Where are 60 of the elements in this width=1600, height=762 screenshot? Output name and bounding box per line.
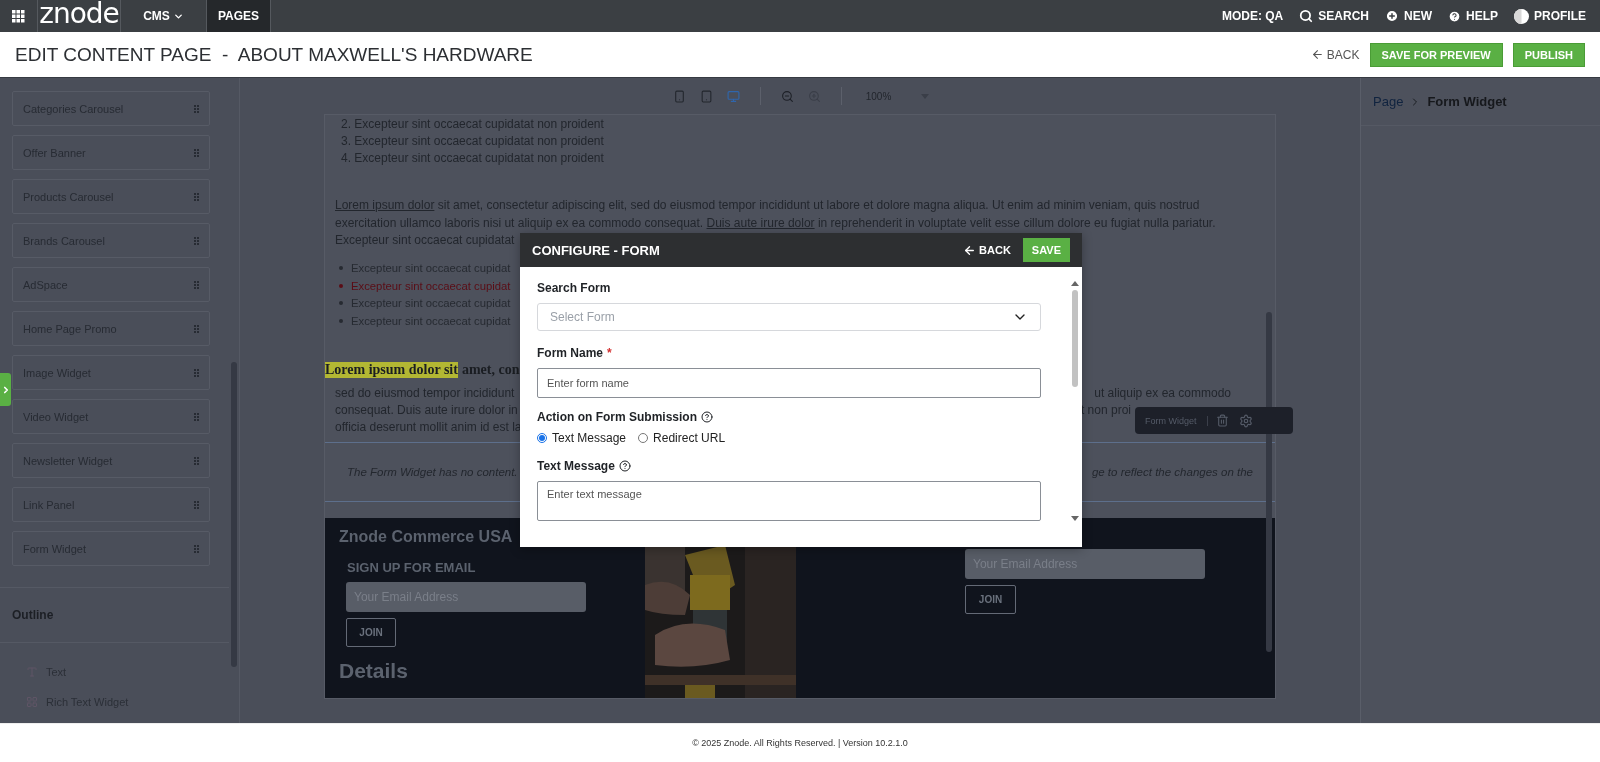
scrollbar-thumb[interactable]	[1266, 312, 1272, 652]
expand-panel-button[interactable]	[0, 373, 11, 406]
apps-grid-icon[interactable]	[12, 9, 25, 23]
drag-handle-icon[interactable]	[194, 104, 199, 113]
field-label: Action on Form Submission	[537, 410, 697, 424]
radio-option[interactable]: Text Message	[537, 431, 627, 445]
dialog-title: CONFIGURE - FORM	[532, 242, 660, 258]
breadcrumb-current: Form Widget	[1427, 94, 1507, 109]
drag-handle-icon[interactable]	[194, 456, 199, 465]
scroll-up-icon[interactable]	[1071, 281, 1079, 286]
help-icon	[618, 460, 631, 472]
help-icon	[1447, 9, 1461, 23]
nav-action-link[interactable]: HELP	[1447, 9, 1498, 23]
join-button[interactable]: JOIN	[965, 585, 1016, 614]
scrollbar-thumb[interactable]	[1072, 290, 1078, 387]
drag-handle-icon[interactable]	[194, 236, 199, 245]
help-icon	[701, 411, 713, 423]
signup-heading: SIGN UP FOR EMAIL	[347, 560, 477, 575]
arrow-left-icon	[1310, 48, 1324, 61]
text-message-field[interactable]: Enter text message	[537, 481, 1041, 521]
drag-handle-icon[interactable]	[194, 544, 199, 553]
search-form-select[interactable]: Select Form	[537, 303, 1041, 331]
plus-icon	[1384, 9, 1399, 23]
scroll-down-icon[interactable]	[1071, 516, 1079, 521]
nav-action-link[interactable]: PROFILE	[1514, 8, 1586, 24]
drag-handle-icon[interactable]	[194, 324, 199, 333]
publish-button[interactable]: PUBLISH	[1512, 42, 1585, 67]
details-heading: Details	[339, 659, 409, 683]
mode-label: MODE: QA	[1221, 9, 1284, 23]
widget-label: Form Widget	[1135, 415, 1208, 426]
save-button[interactable]: SAVE	[1022, 238, 1070, 262]
form-name-field[interactable]: Enter form name	[537, 368, 1041, 398]
heading-text: amet, con	[461, 361, 520, 378]
required-mark: *	[607, 346, 612, 360]
arrow-left-icon	[963, 243, 977, 257]
nav-tab[interactable]: PAGES	[207, 0, 271, 32]
drag-handle-icon[interactable]	[194, 500, 199, 509]
field-label: Text Message	[537, 459, 615, 473]
back-link[interactable]: BACK	[963, 243, 1011, 257]
back-link[interactable]: BACK	[1310, 47, 1360, 62]
logo[interactable]: znode	[39, 0, 119, 28]
search-icon	[1299, 9, 1314, 23]
brand-heading: Znode Commerce USA	[339, 528, 514, 546]
page-title: EDIT CONTENT PAGE - ABOUT MAXWELL'S HARDWARE	[15, 43, 533, 66]
drag-handle-icon[interactable]	[194, 148, 199, 157]
field-label: Search Form	[537, 281, 612, 295]
drag-handle-icon[interactable]	[194, 412, 199, 421]
field-label: Form Name	[537, 346, 604, 360]
radio-option[interactable]: Redirect URL	[638, 431, 726, 445]
drag-handle-icon[interactable]	[194, 368, 199, 377]
join-button[interactable]: JOIN	[346, 618, 396, 647]
highlighted-heading-text: Lorem ipsum dolor sit	[325, 361, 458, 378]
nav-action-link[interactable]: SEARCH	[1299, 9, 1369, 23]
avatar-icon	[1514, 8, 1529, 24]
nav-action-link[interactable]: NEW	[1384, 9, 1432, 23]
drag-handle-icon[interactable]	[194, 192, 199, 201]
radio-button[interactable]	[537, 433, 547, 443]
save-for-preview-button[interactable]: SAVE FOR PREVIEW	[1369, 42, 1503, 67]
breadcrumb-link[interactable]: Page	[1373, 94, 1404, 109]
drag-handle-icon[interactable]	[194, 280, 199, 289]
